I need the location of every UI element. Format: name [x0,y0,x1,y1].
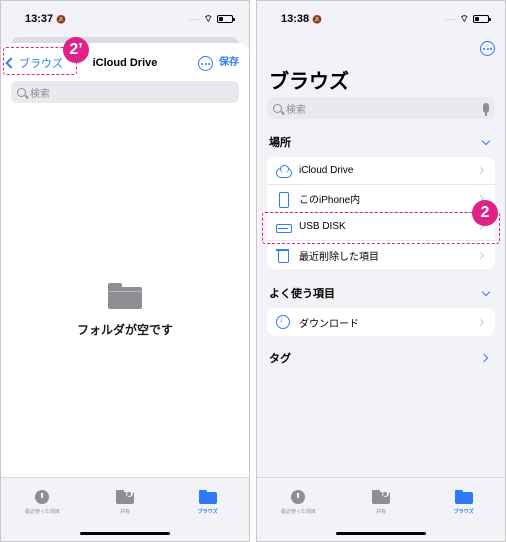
favorite-downloads[interactable]: ダウンロード [267,308,495,336]
folder-sheet: iCloud Drive ブラウズ 保存 2’ 検索 フォルダが空です [1,37,249,541]
section-tags-header[interactable]: タグ [269,349,493,367]
clock-icon [291,490,306,504]
status-icons: ···· ⌔ [188,13,235,26]
folder-icon [454,490,473,504]
tab-bar: 最近使った項目 共有 ブラウズ [257,477,505,541]
right-phone-screen: 13:38 🔕 ···· ⌔ ブラウズ 検索 場所 iCloud Drive こ… [256,0,506,542]
trash-icon [275,248,291,263]
status-bar: 13:38 🔕 ···· ⌔ [257,1,505,37]
status-time: 13:38 🔕 [281,13,323,25]
search-icon [17,87,26,97]
chevron-right-icon [479,353,489,363]
more-options-icon[interactable] [198,56,213,71]
wifi-icon: ⌔ [459,13,469,25]
empty-message: フォルダが空です [76,323,173,337]
search-icon [273,103,282,113]
annotation-badge: 2’ [63,37,89,63]
signal-icon: ···· [444,14,456,24]
section-locations-header[interactable]: 場所 [269,133,493,151]
location-icloud-drive[interactable]: iCloud Drive [267,157,495,185]
chevron-right-icon [476,166,485,175]
chevron-right-icon [476,318,485,326]
download-icon [275,314,291,329]
home-indicator [80,532,170,535]
wifi-icon: ⌔ [203,13,213,25]
chevron-down-icon [481,287,491,296]
left-phone-screen: 13:37 🔕 ···· ⌔ iCloud Drive ブラウズ 保存 2’ 検… [0,0,250,542]
search-placeholder: 検索 [286,104,306,116]
folder-icon [198,490,217,504]
chevron-right-icon [476,251,485,259]
microphone-icon[interactable] [483,103,489,116]
shared-folder-icon [371,490,390,504]
cloud-icon [275,164,292,178]
location-on-my-iphone[interactable]: このiPhone内 [267,185,495,213]
tab-recents[interactable]: 最近使った項目 [7,490,77,541]
shared-folder-icon [115,490,134,504]
bell-slash-icon: 🔕 [312,14,323,24]
battery-icon [217,15,235,23]
status-icons: ···· ⌔ [444,13,491,26]
empty-state: フォルダが空です [1,283,249,338]
annotation-badge: 2 [472,200,498,226]
signal-icon: ···· [188,14,200,24]
section-favorites-header[interactable]: よく使う項目 [269,284,493,302]
location-recently-deleted[interactable]: 最近削除した項目 [267,241,495,269]
status-time: 13:37 🔕 [25,13,67,25]
battery-icon [473,15,491,23]
bell-slash-icon: 🔕 [56,14,67,24]
search-placeholder: 検索 [30,88,50,100]
favorites-list: ダウンロード [267,308,495,336]
page-title: ブラウズ [269,71,349,93]
tab-bar: 最近使った項目 共有 ブラウズ [1,477,249,541]
more-options-icon[interactable] [480,41,495,56]
iphone-icon [275,191,291,208]
clock-icon [35,490,50,504]
annotation-highlight [262,212,500,244]
home-indicator [336,532,426,535]
search-input[interactable]: 検索 [11,81,239,103]
save-button[interactable]: 保存 [219,53,239,73]
tab-browse[interactable]: ブラウズ [429,490,499,541]
chevron-down-icon [481,136,491,145]
folder-icon [108,283,142,309]
tab-recents[interactable]: 最近使った項目 [263,490,333,541]
tab-browse[interactable]: ブラウズ [173,490,243,541]
search-input[interactable]: 検索 [267,97,495,119]
status-bar: 13:37 🔕 ···· ⌔ [1,1,249,37]
